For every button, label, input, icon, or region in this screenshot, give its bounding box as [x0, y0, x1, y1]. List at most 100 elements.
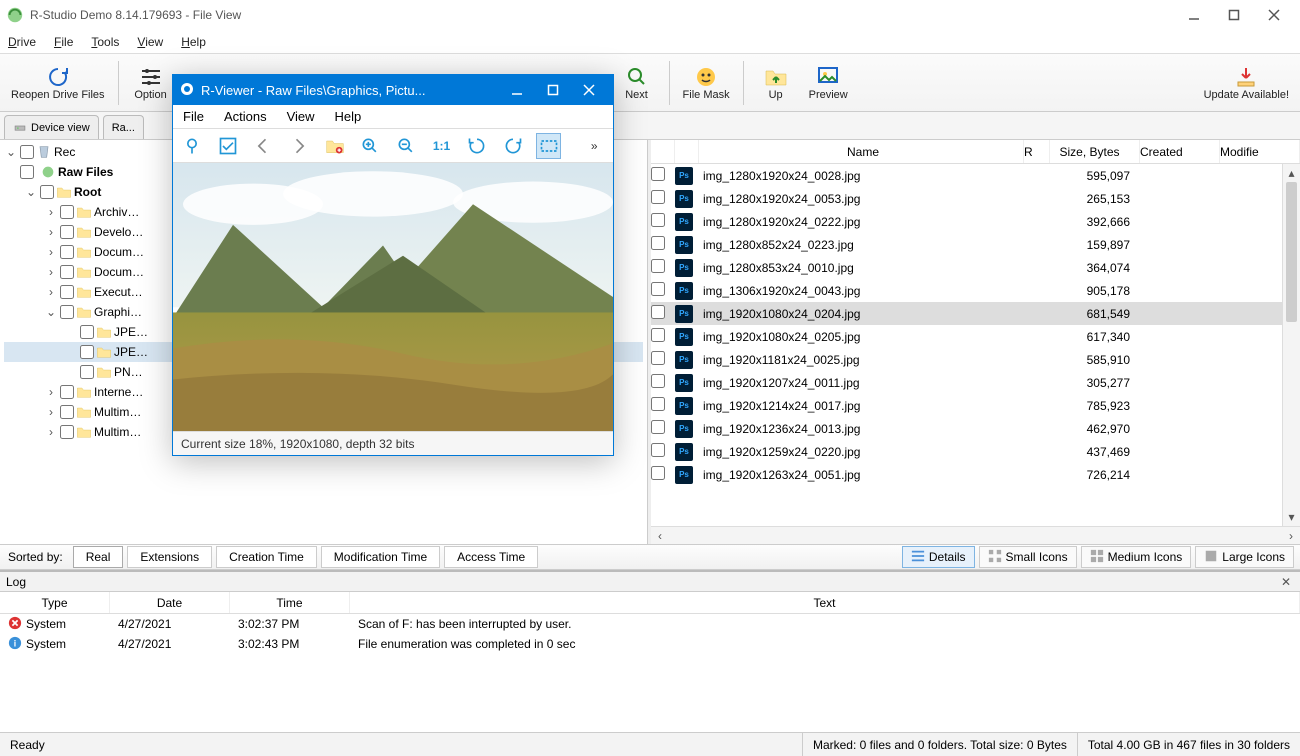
rviewer-maximize-button[interactable]: [535, 76, 571, 104]
file-checkbox[interactable]: [651, 351, 665, 365]
rviewer-menu-actions[interactable]: Actions: [224, 109, 267, 124]
file-row[interactable]: Psimg_1920x1259x24_0220.jpg437,469: [651, 440, 1300, 463]
zoom-out-icon[interactable]: [393, 133, 419, 159]
file-row[interactable]: Psimg_1280x1920x24_0053.jpg265,153: [651, 187, 1300, 210]
expand-icon[interactable]: ›: [44, 285, 58, 299]
file-row[interactable]: Psimg_1920x1214x24_0017.jpg785,923: [651, 394, 1300, 417]
expand-icon[interactable]: ›: [44, 245, 58, 259]
rotate-left-icon[interactable]: [464, 133, 490, 159]
file-checkbox[interactable]: [651, 282, 665, 296]
tree-checkbox[interactable]: [60, 205, 74, 219]
tree-checkbox[interactable]: [80, 365, 94, 379]
expand-icon[interactable]: ›: [44, 385, 58, 399]
tree-checkbox[interactable]: [60, 285, 74, 299]
file-checkbox[interactable]: [651, 236, 665, 250]
file-row[interactable]: Psimg_1280x853x24_0010.jpg364,074: [651, 256, 1300, 279]
tree-checkbox[interactable]: [60, 385, 74, 399]
tab-device-view[interactable]: Device view: [4, 115, 99, 139]
expand-icon[interactable]: ⌄: [24, 185, 38, 199]
menu-tools[interactable]: Tools: [91, 35, 119, 49]
log-row[interactable]: iSystem4/27/20213:02:43 PMFile enumerati…: [0, 634, 1300, 654]
rviewer-menu-view[interactable]: View: [287, 109, 315, 124]
column-r[interactable]: R: [1024, 140, 1050, 163]
tree-checkbox[interactable]: [60, 425, 74, 439]
sort-button[interactable]: Access Time: [444, 546, 538, 568]
file-checkbox[interactable]: [651, 167, 665, 181]
log-col-text[interactable]: Text: [350, 592, 1300, 613]
update-available-button[interactable]: Update Available!: [1199, 57, 1294, 109]
file-checkbox[interactable]: [651, 328, 665, 342]
file-row[interactable]: Psimg_1920x1080x24_0204.jpg681,549: [651, 302, 1300, 325]
tree-checkbox[interactable]: [20, 165, 34, 179]
minimize-button[interactable]: [1174, 2, 1214, 28]
file-row[interactable]: Psimg_1280x1920x24_0222.jpg392,666: [651, 210, 1300, 233]
tree-checkbox[interactable]: [60, 405, 74, 419]
file-row[interactable]: Psimg_1280x1920x24_0028.jpg595,097: [651, 164, 1300, 187]
log-row[interactable]: System4/27/20213:02:37 PMScan of F: has …: [0, 614, 1300, 634]
preview-button[interactable]: Preview: [804, 57, 853, 109]
sort-button[interactable]: Creation Time: [216, 546, 317, 568]
file-row[interactable]: Psimg_1920x1263x24_0051.jpg726,214: [651, 463, 1300, 486]
fit-screen-icon[interactable]: [536, 133, 562, 159]
file-checkbox[interactable]: [651, 190, 665, 204]
sort-button[interactable]: Real: [73, 546, 124, 568]
view-mode-button[interactable]: Details: [902, 546, 975, 568]
rviewer-menu-file[interactable]: File: [183, 109, 204, 124]
tree-checkbox[interactable]: [20, 145, 34, 159]
options-button[interactable]: Option: [127, 57, 175, 109]
scroll-up-icon[interactable]: ▴: [1283, 164, 1300, 182]
select-icon[interactable]: [215, 133, 241, 159]
menu-view[interactable]: View: [137, 35, 163, 49]
file-row[interactable]: Psimg_1920x1080x24_0205.jpg617,340: [651, 325, 1300, 348]
reopen-drive-files-button[interactable]: Reopen Drive Files: [6, 57, 110, 109]
rotate-right-icon[interactable]: [500, 133, 526, 159]
scroll-left-icon[interactable]: ‹: [651, 529, 669, 543]
expand-icon[interactable]: ⌄: [44, 305, 58, 319]
rviewer-menu-help[interactable]: Help: [335, 109, 362, 124]
vertical-scrollbar[interactable]: ▴ ▾: [1282, 164, 1300, 526]
view-mode-button[interactable]: Large Icons: [1195, 546, 1294, 568]
file-checkbox[interactable]: [651, 443, 665, 457]
tree-checkbox[interactable]: [60, 245, 74, 259]
file-row[interactable]: Psimg_1920x1207x24_0011.jpg305,277: [651, 371, 1300, 394]
scroll-down-icon[interactable]: ▾: [1283, 508, 1300, 526]
expand-icon[interactable]: ›: [44, 405, 58, 419]
expand-icon[interactable]: ⌄: [4, 145, 18, 159]
menu-file[interactable]: File: [54, 35, 73, 49]
log-col-date[interactable]: Date: [110, 592, 230, 613]
log-close-button[interactable]: ✕: [1278, 574, 1294, 590]
column-size[interactable]: Size, Bytes: [1050, 140, 1140, 163]
file-mask-button[interactable]: File Mask: [678, 57, 735, 109]
column-created[interactable]: Created: [1140, 140, 1220, 163]
file-checkbox[interactable]: [651, 374, 665, 388]
view-mode-button[interactable]: Medium Icons: [1081, 546, 1192, 568]
file-row[interactable]: Psimg_1280x852x24_0223.jpg159,897: [651, 233, 1300, 256]
expand-icon[interactable]: ›: [44, 425, 58, 439]
expand-icon[interactable]: ›: [44, 265, 58, 279]
rviewer-titlebar[interactable]: R-Viewer - Raw Files\Graphics, Pictu...: [173, 75, 613, 105]
recover-icon[interactable]: [322, 133, 348, 159]
pin-icon[interactable]: [179, 133, 205, 159]
horizontal-scrollbar[interactable]: ‹ ›: [651, 526, 1300, 544]
menu-drive[interactable]: Drive: [8, 35, 36, 49]
file-row[interactable]: Psimg_1920x1236x24_0013.jpg462,970: [651, 417, 1300, 440]
view-mode-button[interactable]: Small Icons: [979, 546, 1077, 568]
rviewer-minimize-button[interactable]: [499, 76, 535, 104]
prev-icon[interactable]: [250, 133, 276, 159]
tree-checkbox[interactable]: [80, 345, 94, 359]
file-checkbox[interactable]: [651, 397, 665, 411]
file-checkbox[interactable]: [651, 420, 665, 434]
rviewer-window[interactable]: R-Viewer - Raw Files\Graphics, Pictu... …: [172, 74, 614, 456]
file-row[interactable]: Psimg_1920x1181x24_0025.jpg585,910: [651, 348, 1300, 371]
find-next-button[interactable]: Next: [613, 57, 661, 109]
tree-checkbox[interactable]: [80, 325, 94, 339]
sort-button[interactable]: Modification Time: [321, 546, 440, 568]
scroll-thumb[interactable]: [1286, 182, 1297, 322]
tree-checkbox[interactable]: [40, 185, 54, 199]
file-checkbox[interactable]: [651, 466, 665, 480]
tree-checkbox[interactable]: [60, 225, 74, 239]
close-button[interactable]: [1254, 2, 1294, 28]
column-name[interactable]: Name: [699, 140, 1024, 163]
column-modified[interactable]: Modifie: [1220, 140, 1300, 163]
up-button[interactable]: Up: [752, 57, 800, 109]
